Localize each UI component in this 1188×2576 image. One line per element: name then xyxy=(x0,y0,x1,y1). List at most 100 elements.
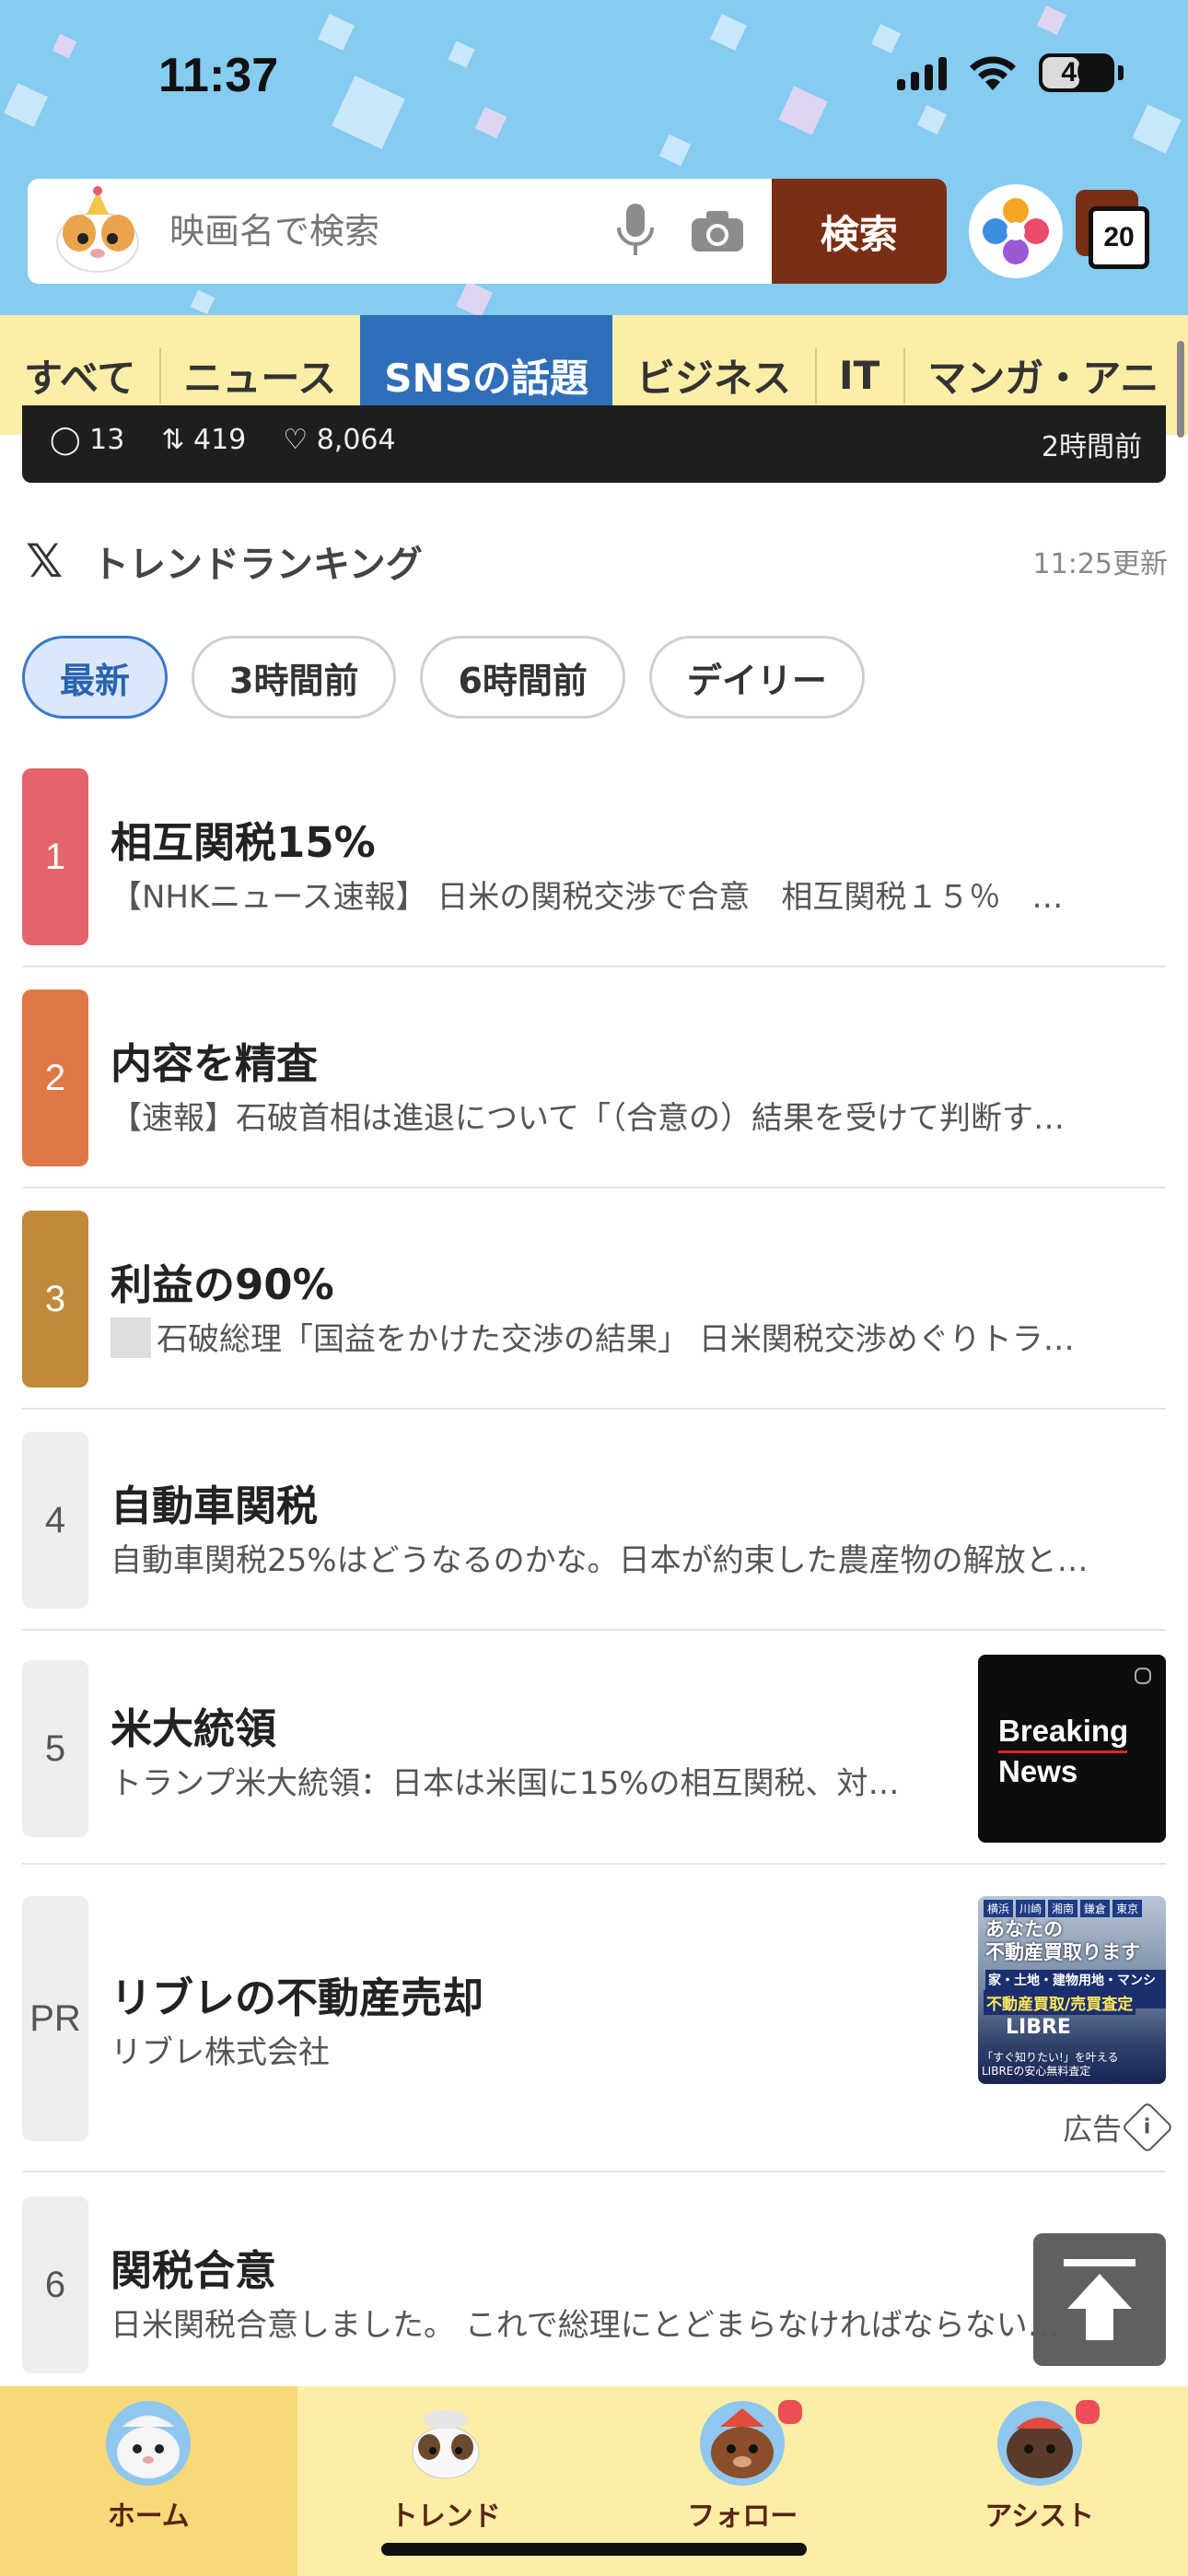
filter-daily[interactable]: デイリー xyxy=(648,636,865,719)
scroll-to-top-button[interactable] xyxy=(1033,2233,1166,2366)
trend-mascot-icon xyxy=(402,2401,488,2486)
confetti xyxy=(4,83,48,127)
filter-3h-ago[interactable]: 3時間前 xyxy=(192,636,397,719)
ranking-item-4[interactable]: 4 自動車関税 自動車関税25%はどうなるのかな。日本が約束した農産物の解放と… xyxy=(22,1432,1166,1631)
confetti xyxy=(318,14,355,51)
battery-icon: 40 xyxy=(1039,53,1114,92)
notification-dot xyxy=(1072,2397,1102,2427)
ranking-item-2[interactable]: 2 内容を精査 【速報】石破首相は進退について「（合意の）結果を受けて判断す… xyxy=(22,989,1166,1188)
thumbnail-text-line2: News xyxy=(998,1754,1078,1788)
ad-headline: あなたの 不動産買取ります xyxy=(985,1918,1140,1964)
ranking-item-3[interactable]: 3 利益の90% 石破総理「国益をかけた交渉の結果」 日米関税交渉めぐりトラ… xyxy=(22,1211,1166,1410)
rank-badge: 6 xyxy=(22,2196,88,2373)
ranking-description: 【NHKニュース速報】 日米の関税交渉で合意 相互関税１５％ … xyxy=(111,879,1064,916)
ad-note-2: LIBREの安心無料査定 xyxy=(982,2065,1091,2078)
ranking-item-1[interactable]: 1 相互関税15% 【NHKニュース速報】 日米の関税交渉で合意 相互関税１５％… xyxy=(22,768,1166,967)
home-indicator[interactable] xyxy=(381,2543,807,2556)
ad-label[interactable]: 広告 i xyxy=(1063,2101,1174,2154)
app-header: 11:37 40 映画名で検索 検索 20 xyxy=(0,0,1188,315)
wifi-icon xyxy=(970,56,1016,90)
ad-headline-2: 不動産買取ります xyxy=(985,1941,1140,1963)
broken-image-icon xyxy=(111,1317,151,1358)
rank-badge: 1 xyxy=(22,768,88,945)
nav-label: ホーム xyxy=(107,2500,190,2533)
nav-label: トレンド xyxy=(390,2500,501,2533)
battery-level: 40 xyxy=(1061,57,1092,88)
filter-6h-ago[interactable]: 6時間前 xyxy=(420,636,625,719)
previous-post-card[interactable]: ◯ 13 ⇅ 419 ♡ 8,064 2時間前 xyxy=(22,405,1166,483)
ad-advertiser: リブレ株式会社 xyxy=(111,2034,330,2071)
confetti xyxy=(917,105,947,135)
pui-pui-mascot-icon[interactable] xyxy=(52,185,144,277)
microphone-icon[interactable] xyxy=(607,199,663,263)
ad-tag: 鎌倉 xyxy=(1080,1900,1111,1917)
ranking-title: 米大統領 xyxy=(111,1704,277,1753)
repost-count-value: 419 xyxy=(193,424,247,456)
ad-tag: 湘南 xyxy=(1048,1900,1078,1917)
ad-info-icon: i xyxy=(1121,2101,1174,2154)
scroll-indicator xyxy=(1177,341,1184,438)
trend-updated-time: 11:25更新 xyxy=(1032,548,1168,580)
nav-assist[interactable]: アシスト xyxy=(891,2386,1188,2576)
search-input[interactable] xyxy=(168,210,607,252)
post-time: 2時間前 xyxy=(1041,431,1142,463)
confetti xyxy=(1037,6,1066,35)
confetti xyxy=(1132,104,1182,154)
rank-badge: 2 xyxy=(22,989,88,1166)
ranking-title: 利益の90% xyxy=(111,1260,334,1309)
ad-tag: 東京 xyxy=(1112,1900,1143,1917)
ranking-description: 自動車関税25%はどうなるのかな。日本が約束した農産物の解放と… xyxy=(111,1542,1089,1579)
tab-count: 20 xyxy=(1089,206,1149,269)
time-filters: 最新 3時間前 6時間前 デイリー xyxy=(22,636,865,719)
x-logo-icon: 𝕏 xyxy=(26,534,64,588)
comment-count-value: 13 xyxy=(89,424,125,456)
ad-brand: LIBRE xyxy=(1006,2016,1071,2039)
ranking-description: 【速報】石破首相は進退について「（合意の）結果を受けて判断す… xyxy=(111,1100,1065,1137)
assist-mascot-icon xyxy=(996,2401,1082,2486)
ranking-description: 日米関税合意しました。 これで総理にとどまらなければならない… xyxy=(111,2307,1059,2344)
trend-header: 𝕏 トレンドランキング 11:25更新 xyxy=(26,531,1168,591)
confetti xyxy=(52,33,77,59)
rank-badge: 3 xyxy=(22,1211,88,1388)
ranking-description: トランプ米大統領：日本は米国に15%の相互関税、対… xyxy=(111,1765,900,1802)
confetti xyxy=(448,41,475,68)
thumbnail-underline xyxy=(998,1751,1127,1753)
breaking-news-thumbnail: Breaking News xyxy=(978,1655,1166,1843)
camera-icon[interactable] xyxy=(689,199,745,263)
nav-label: アシスト xyxy=(984,2500,1095,2533)
sparkle-assistant-icon xyxy=(983,198,1049,264)
confetti xyxy=(456,281,493,315)
battery-nub xyxy=(1118,65,1124,80)
confetti xyxy=(710,14,747,51)
ad-area-tags: 横浜 川崎 湘南 鎌倉 東京 xyxy=(984,1900,1143,1917)
ad-highlight: 不動産買取/売買査定 xyxy=(984,1990,1136,2015)
pr-badge: PR xyxy=(22,1896,88,2141)
filter-latest[interactable]: 最新 xyxy=(22,636,169,719)
comment-count: ◯ 13 xyxy=(50,424,125,456)
ad-note-1: 「すぐ知りたい!」を叶える xyxy=(982,2051,1119,2064)
ad-tag: 川崎 xyxy=(1016,1900,1046,1917)
ranking-title: 関税合意 xyxy=(111,2246,277,2295)
ad-item[interactable]: PR リブレの不動産売却 リブレ株式会社 横浜 川崎 湘南 鎌倉 東京 あなたの… xyxy=(22,1896,1174,2172)
tabs-button[interactable]: 20 xyxy=(1076,190,1155,273)
search-button[interactable]: 検索 xyxy=(771,179,947,284)
rank-badge: 5 xyxy=(22,1660,88,1837)
confetti xyxy=(871,24,901,53)
thumbnail-text-line1: Breaking xyxy=(998,1714,1129,1748)
search-bar: 検索 xyxy=(28,179,947,284)
confetti xyxy=(190,289,215,315)
confetti xyxy=(474,106,507,139)
ranking-item-6[interactable]: 6 関税合意 日米関税合意しました。 これで総理にとどまらなければならない… xyxy=(22,2196,1166,2381)
status-icons: 40 xyxy=(897,53,1124,92)
notification-dot xyxy=(775,2397,806,2427)
nav-home[interactable]: ホーム xyxy=(0,2386,297,2576)
like-count: ♡ 8,064 xyxy=(283,424,396,456)
ranking-item-5[interactable]: 5 米大統領 トランプ米大統領：日本は米国に15%の相互関税、対… Breaki… xyxy=(22,1655,1166,1865)
confetti xyxy=(332,76,405,149)
trend-title: トレンドランキング xyxy=(92,544,423,586)
like-count-value: 8,064 xyxy=(316,424,396,456)
ai-assistant-button[interactable] xyxy=(969,184,1063,278)
post-stats: ◯ 13 ⇅ 419 ♡ 8,064 xyxy=(50,424,396,456)
ad-note: 「すぐ知りたい!」を叶える LIBREの安心無料査定 xyxy=(982,2051,1118,2078)
ranking-title: 自動車関税 xyxy=(111,1481,319,1530)
